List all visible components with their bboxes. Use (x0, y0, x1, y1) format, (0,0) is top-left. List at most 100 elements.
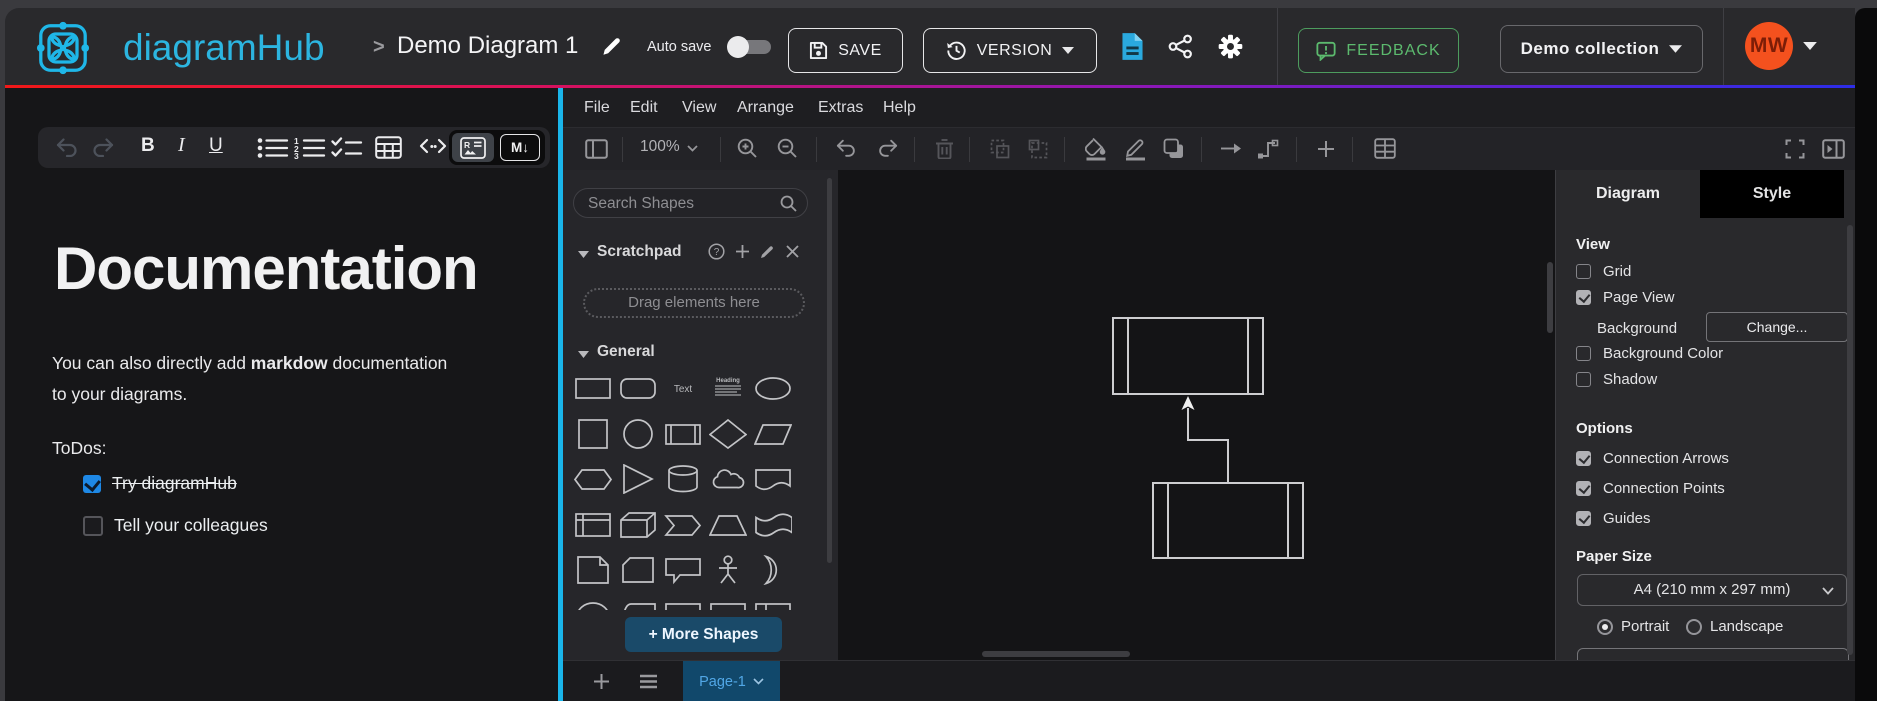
outline-toggle-icon[interactable] (585, 139, 608, 159)
doc-heading[interactable]: Documentation (54, 234, 479, 303)
underline-button[interactable]: U (209, 135, 223, 157)
canvas-hscrollbar[interactable] (982, 651, 1130, 657)
code-block-icon[interactable] (419, 136, 447, 159)
format-panel-toggle-icon[interactable] (1822, 139, 1845, 159)
shape-card[interactable] (615, 549, 660, 591)
shape-note[interactable] (570, 549, 615, 591)
shape-cylinder[interactable] (660, 458, 705, 500)
todos-label[interactable]: ToDos: (52, 433, 106, 464)
numbered-list-icon[interactable]: 123 (294, 137, 326, 159)
app-title[interactable]: diagramHub (123, 27, 325, 69)
zoom-in-icon[interactable] (737, 138, 758, 159)
avatar[interactable]: MW (1745, 22, 1793, 70)
italic-button[interactable]: I (178, 134, 185, 157)
bold-button[interactable]: B (141, 135, 155, 157)
landscape-option[interactable]: Landscape (1686, 618, 1783, 635)
todo-checkbox-unchecked[interactable] (83, 515, 103, 536)
version-button[interactable]: VERSION (923, 28, 1097, 73)
redo-icon[interactable] (876, 139, 898, 157)
edit-title-pencil-icon[interactable] (600, 35, 623, 58)
shape-data-storage[interactable] (615, 595, 660, 610)
edit-data-button[interactable]: Edit Data... (1577, 648, 1849, 660)
shape-actor[interactable] (705, 549, 750, 591)
shape-document[interactable] (750, 458, 795, 500)
paper-size-select[interactable]: A4 (210 mm x 297 mm) (1577, 574, 1847, 606)
todo-checkbox-checked[interactable] (83, 474, 101, 493)
scratchpad-help-icon[interactable]: ? (708, 243, 725, 260)
autosave-toggle[interactable] (727, 35, 773, 59)
shape-square[interactable] (570, 413, 615, 455)
avatar-caret-icon[interactable] (1803, 42, 1817, 50)
bullet-list-icon[interactable] (257, 137, 289, 159)
shape-parallelogram[interactable] (750, 413, 795, 455)
page-tab[interactable]: Page-1 (683, 661, 780, 701)
settings-gear-icon[interactable] (1217, 33, 1244, 60)
tab-style[interactable]: Style (1700, 170, 1844, 218)
diagram-canvas[interactable] (838, 170, 1555, 660)
general-section-label[interactable]: General (597, 343, 655, 361)
shape-trapezoid[interactable] (705, 504, 750, 546)
to-front-icon[interactable] (990, 139, 1010, 159)
line-color-icon[interactable] (1125, 137, 1146, 161)
shape-heading[interactable]: Heading (705, 367, 750, 409)
zoom-caret-icon[interactable] (687, 145, 698, 152)
canvas-vscrollbar[interactable] (1547, 262, 1553, 333)
checklist-icon[interactable] (331, 137, 363, 159)
shadow-option[interactable]: Shadow (1576, 371, 1657, 388)
shape-rounded-rectangle[interactable] (615, 367, 660, 409)
menu-arrange[interactable]: Arrange (737, 88, 794, 127)
shape-vertical-container[interactable] (750, 595, 795, 610)
richtext-mode-button[interactable]: R (452, 133, 494, 162)
shape-step[interactable] (660, 504, 705, 546)
shape-diamond[interactable] (705, 413, 750, 455)
markdown-mode-button[interactable]: M↓ (500, 134, 540, 161)
table-icon[interactable] (1374, 138, 1396, 159)
connection-points-option[interactable]: Connection Points (1576, 480, 1725, 497)
shape-ellipse[interactable] (750, 367, 795, 409)
todo-item[interactable]: Try diagramHub (83, 473, 237, 494)
guides-option[interactable]: Guides (1576, 510, 1651, 527)
shape-process[interactable] (660, 413, 705, 455)
change-background-button[interactable]: Change... (1706, 312, 1848, 342)
shapes-scrollbar[interactable] (827, 178, 832, 563)
share-icon[interactable] (1168, 34, 1193, 59)
doc-paragraph[interactable]: You can also directly add markdow docume… (52, 348, 450, 410)
undo-icon[interactable] (836, 139, 858, 157)
shape-list[interactable] (705, 595, 750, 610)
shape-and[interactable] (570, 595, 615, 610)
tab-diagram[interactable]: Diagram (1556, 170, 1700, 218)
format-panel-scrollbar[interactable] (1847, 225, 1853, 655)
table-icon[interactable] (375, 136, 402, 159)
general-caret-icon[interactable] (578, 351, 589, 358)
save-button[interactable]: SAVE (788, 28, 903, 73)
redo-icon[interactable] (90, 138, 114, 157)
scratchpad-close-icon[interactable] (785, 244, 800, 259)
shape-triangle[interactable] (615, 458, 660, 500)
shape-circle[interactable] (615, 413, 660, 455)
more-shapes-button[interactable]: + More Shapes (625, 617, 782, 652)
shape-hexagon[interactable] (570, 458, 615, 500)
menu-view[interactable]: View (682, 88, 716, 127)
menu-file[interactable]: File (584, 88, 610, 127)
undo-icon[interactable] (56, 138, 80, 157)
shape-container[interactable] (660, 595, 705, 610)
shadow-icon[interactable] (1163, 138, 1185, 160)
shape-rectangle[interactable] (570, 367, 615, 409)
waypoints-icon[interactable] (1257, 138, 1279, 159)
shape-cloud[interactable] (705, 458, 750, 500)
portrait-option[interactable]: Portrait (1597, 618, 1669, 635)
add-page-icon[interactable] (593, 673, 610, 690)
shape-cube[interactable] (615, 504, 660, 546)
document-details-icon[interactable] (1120, 32, 1145, 61)
scratchpad-section-label[interactable]: Scratchpad (597, 243, 681, 261)
scratchpad-edit-icon[interactable] (759, 244, 775, 260)
scratchpad-caret-icon[interactable] (578, 251, 589, 258)
delete-icon[interactable] (935, 138, 954, 159)
document-title[interactable]: Demo Diagram 1 (397, 32, 578, 60)
background-color-option[interactable]: Background Color (1576, 345, 1723, 362)
menu-extras[interactable]: Extras (818, 88, 863, 127)
page-view-option[interactable]: Page View (1576, 289, 1674, 306)
insert-icon[interactable] (1317, 140, 1335, 158)
search-shapes-input[interactable]: Search Shapes (573, 188, 808, 218)
connection-icon[interactable] (1220, 142, 1242, 155)
